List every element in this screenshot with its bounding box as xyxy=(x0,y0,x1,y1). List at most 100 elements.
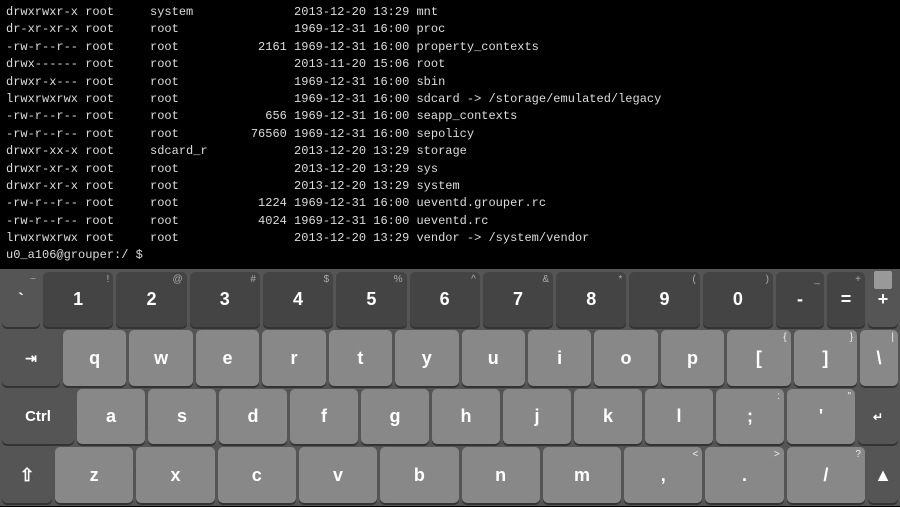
key-backslash[interactable]: \| xyxy=(860,330,898,386)
key-ctrl[interactable]: Ctrl xyxy=(2,389,74,445)
key-sublabel: * xyxy=(618,274,622,285)
key-y[interactable]: y xyxy=(395,330,458,386)
key-8[interactable]: 8* xyxy=(556,272,626,328)
key-label: \ xyxy=(877,348,882,369)
key-label: r xyxy=(290,348,297,369)
key-p[interactable]: p xyxy=(661,330,724,386)
key-0[interactable]: 0) xyxy=(703,272,773,328)
key-semicolon[interactable]: ;: xyxy=(716,389,784,445)
key-o[interactable]: o xyxy=(594,330,657,386)
key-h[interactable]: h xyxy=(432,389,500,445)
key-u[interactable]: u xyxy=(462,330,525,386)
key-7[interactable]: 7& xyxy=(483,272,553,328)
key-label: ↵ xyxy=(873,410,883,424)
key-sublabel: } xyxy=(850,332,853,343)
key-slash[interactable]: /? xyxy=(787,447,865,503)
key-sublabel: + xyxy=(855,274,861,285)
key-i[interactable]: i xyxy=(528,330,591,386)
terminal-output: drwxrwxr-x root system 2013-12-20 13:29 … xyxy=(0,0,900,269)
key-q[interactable]: q xyxy=(63,330,126,386)
key-label: ⇥ xyxy=(25,350,37,367)
key-tab[interactable]: ⇥ xyxy=(2,330,60,386)
key-quote[interactable]: '" xyxy=(787,389,855,445)
key-sublabel: ? xyxy=(855,449,861,460)
key-sublabel: " xyxy=(847,391,851,402)
key-equals[interactable]: =+ xyxy=(827,272,865,328)
key-v[interactable]: v xyxy=(299,447,377,503)
key-sublabel: ( xyxy=(692,274,695,285)
key-2[interactable]: 2@ xyxy=(116,272,186,328)
key-k[interactable]: k xyxy=(574,389,642,445)
key-sublabel: ~ xyxy=(30,274,36,285)
key-label: y xyxy=(422,348,432,369)
terminal-line: -rw-r--r-- root root 656 1969-12-31 16:0… xyxy=(6,108,894,125)
key-bracket-r[interactable]: ]} xyxy=(794,330,857,386)
key-label: 1 xyxy=(73,289,83,310)
key-label: 7 xyxy=(513,289,523,310)
key-m[interactable]: m xyxy=(543,447,621,503)
key-shift-r[interactable]: ▲ xyxy=(868,447,898,503)
key-d[interactable]: d xyxy=(219,389,287,445)
key-period[interactable]: .> xyxy=(705,447,783,503)
terminal-line: drwxr-xx-x root sdcard_r 2013-12-20 13:2… xyxy=(6,143,894,160)
key-label: ; xyxy=(747,406,753,427)
key-label: z xyxy=(90,465,99,486)
key-j[interactable]: j xyxy=(503,389,571,445)
key-label: ] xyxy=(822,348,828,369)
key-label: - xyxy=(797,289,803,310)
key-sublabel: > xyxy=(774,449,780,460)
key-c[interactable]: c xyxy=(218,447,296,503)
key-w[interactable]: w xyxy=(129,330,192,386)
terminal-line: drwxr-xr-x root root 2013-12-20 13:29 sy… xyxy=(6,161,894,178)
key-t[interactable]: t xyxy=(329,330,392,386)
key-1[interactable]: 1! xyxy=(43,272,113,328)
key-e[interactable]: e xyxy=(196,330,259,386)
key-label: [ xyxy=(756,348,762,369)
key-enter[interactable]: ↵ xyxy=(858,389,898,445)
key-r[interactable]: r xyxy=(262,330,325,386)
key-g[interactable]: g xyxy=(361,389,429,445)
key-label: , xyxy=(661,465,666,486)
key-sublabel: $ xyxy=(324,274,330,285)
key-l[interactable]: l xyxy=(645,389,713,445)
key-sublabel: ^ xyxy=(471,274,476,285)
key-sublabel: @ xyxy=(172,274,182,285)
key-label: 4 xyxy=(293,289,303,310)
key-label: + xyxy=(878,289,889,310)
key-label: . xyxy=(742,465,747,486)
key-label: i xyxy=(557,348,562,369)
key-label: = xyxy=(841,289,852,310)
key-label: b xyxy=(414,465,425,486)
key-label: g xyxy=(390,406,401,427)
key-b[interactable]: b xyxy=(380,447,458,503)
key-a[interactable]: a xyxy=(77,389,145,445)
terminal-line: lrwxrwxrwx root root 2013-12-20 13:29 ve… xyxy=(6,230,894,247)
key-3[interactable]: 3# xyxy=(190,272,260,328)
key-5[interactable]: 5% xyxy=(336,272,406,328)
corner-icon xyxy=(874,271,892,289)
key-label: ` xyxy=(18,291,23,309)
key-sublabel: ! xyxy=(107,274,110,285)
key-minus[interactable]: -_ xyxy=(776,272,824,328)
key-sublabel: & xyxy=(542,274,549,285)
key-label: n xyxy=(495,465,506,486)
key-shift-l[interactable]: ⇧ xyxy=(2,447,52,503)
key-label: x xyxy=(170,465,180,486)
key-s[interactable]: s xyxy=(148,389,216,445)
key-z[interactable]: z xyxy=(55,447,133,503)
key-label: l xyxy=(676,406,681,427)
key-n[interactable]: n xyxy=(462,447,540,503)
terminal-line: -rw-r--r-- root root 76560 1969-12-31 16… xyxy=(6,126,894,143)
key-sublabel: { xyxy=(783,332,786,343)
key-9[interactable]: 9( xyxy=(629,272,699,328)
key-sublabel: | xyxy=(891,332,894,343)
key-label: p xyxy=(687,348,698,369)
key-comma[interactable]: ,< xyxy=(624,447,702,503)
key-backtick[interactable]: `~ xyxy=(2,272,40,328)
key-6[interactable]: 6^ xyxy=(410,272,480,328)
key-x[interactable]: x xyxy=(136,447,214,503)
key-4[interactable]: 4$ xyxy=(263,272,333,328)
key-f[interactable]: f xyxy=(290,389,358,445)
key-bracket-l[interactable]: [{ xyxy=(727,330,790,386)
key-label: Ctrl xyxy=(25,408,51,425)
